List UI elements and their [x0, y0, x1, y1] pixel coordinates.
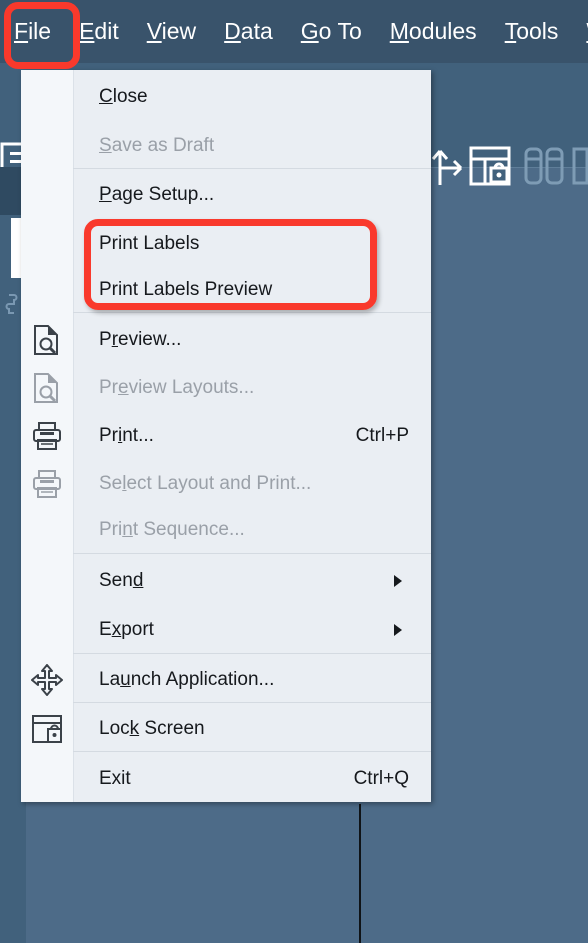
menu-item-preview[interactable]: Preview...: [21, 315, 431, 364]
printer-icon: [21, 459, 73, 508]
menu-bar: File Edit View Data Go To Modules Tools Window: [0, 0, 588, 63]
menubar-item-label: Go To: [300, 18, 362, 44]
menu-item-label: Print...: [99, 424, 154, 446]
menu-item-label: Launch Application...: [99, 668, 275, 690]
menu-item-shortcut: Ctrl+Q: [353, 767, 409, 789]
menu-item-save-as-draft: Save as Draft: [21, 121, 431, 170]
menu-separator: [73, 168, 431, 169]
menubar-item-data[interactable]: Data: [210, 20, 287, 43]
menubar-item-go-to[interactable]: Go To: [287, 20, 376, 43]
menu-item-close[interactable]: Close: [21, 72, 431, 121]
menu-item-icon-slot: [21, 556, 73, 605]
menu-item-icon-slot: [21, 754, 73, 803]
menu-item-label: Send: [99, 569, 144, 591]
compare-columns-icon[interactable]: [522, 145, 566, 187]
printer-icon: [21, 411, 73, 460]
menu-item-label: Preview Layouts...: [99, 376, 255, 398]
menu-item-icon-slot: [21, 72, 73, 121]
menu-item-launch-application[interactable]: Launch Application...: [21, 655, 431, 704]
submenu-arrow-icon: [394, 623, 417, 636]
menu-item-select-layout-and-print: Select Layout and Print...: [21, 459, 431, 508]
menubar-item-edit[interactable]: Edit: [65, 20, 133, 43]
menubar-item-file[interactable]: File: [0, 20, 65, 43]
document-preview-icon: [21, 315, 73, 364]
menubar-item-view[interactable]: View: [133, 20, 210, 43]
menubar-item-modules[interactable]: Modules: [376, 20, 491, 43]
menu-separator: [73, 702, 431, 703]
menu-separator: [73, 653, 431, 654]
menubar-item-label: Modules: [389, 18, 477, 44]
menu-item-icon-slot: [21, 265, 73, 314]
menu-bar-items: File Edit View Data Go To Modules Tools Window: [0, 0, 588, 63]
menu-item-icon-slot: [21, 170, 73, 219]
menu-item-shortcut: Ctrl+P: [355, 424, 409, 446]
menu-item-icon-slot: [21, 219, 73, 268]
menu-item-label: Print Labels: [99, 232, 200, 254]
content-divider-line: [359, 804, 361, 943]
panel-split-icon[interactable]: [570, 145, 588, 187]
menu-item-lock-screen[interactable]: Lock Screen: [21, 704, 431, 753]
menu-item-icon-slot: [21, 121, 73, 170]
menu-item-preview-layouts: Preview Layouts...: [21, 363, 431, 412]
window-lock-icon: [21, 704, 73, 753]
menu-item-exit[interactable]: Exit Ctrl+Q: [21, 754, 431, 803]
menubar-item-window[interactable]: Window: [572, 20, 588, 43]
menubar-item-label: File: [14, 18, 52, 44]
menu-item-label: Exit: [99, 767, 131, 789]
menu-item-label: Export: [99, 618, 154, 640]
menu-item-label: Preview...: [99, 328, 182, 350]
file-dropdown-menu: Close Save as Draft Page Setup... Print Lab…: [21, 70, 431, 802]
menu-item-label: Close: [99, 85, 148, 107]
move-arrows-icon: [21, 655, 73, 704]
window-lock-icon[interactable]: [468, 145, 512, 187]
menubar-item-label: Data: [224, 18, 273, 44]
menu-separator: [73, 312, 431, 313]
menubar-item-label: View: [146, 18, 197, 44]
menu-item-label: Print Sequence...: [99, 518, 245, 540]
submenu-arrow-icon: [394, 574, 417, 587]
menu-item-label: Lock Screen: [99, 717, 205, 739]
menubar-item-label: Tools: [504, 18, 559, 44]
menu-item-icon-slot: [21, 605, 73, 654]
menu-item-print-sequence: Print Sequence...: [21, 505, 431, 554]
menu-item-send[interactable]: Send: [21, 556, 431, 605]
menu-item-export[interactable]: Export: [21, 605, 431, 654]
menu-item-label: Save as Draft: [99, 134, 215, 156]
menu-item-page-setup[interactable]: Page Setup...: [21, 170, 431, 219]
menu-separator: [73, 751, 431, 752]
menu-item-print-labels-preview[interactable]: Print Labels Preview: [21, 265, 431, 314]
menubar-item-tools[interactable]: Tools: [491, 20, 573, 43]
menu-item-label: Select Layout and Print...: [99, 472, 312, 494]
menu-item-print-labels[interactable]: Print Labels: [21, 219, 431, 268]
menu-item-print[interactable]: Print... Ctrl+P: [21, 411, 431, 460]
document-preview-icon: [21, 363, 73, 412]
menu-item-label: Page Setup...: [99, 183, 215, 205]
menu-item-label: Print Labels Preview: [99, 278, 273, 300]
menu-separator: [73, 553, 431, 554]
menubar-item-label: Edit: [79, 18, 119, 44]
share-arrow-icon[interactable]: [428, 143, 468, 187]
menu-item-icon-slot: [21, 505, 73, 554]
